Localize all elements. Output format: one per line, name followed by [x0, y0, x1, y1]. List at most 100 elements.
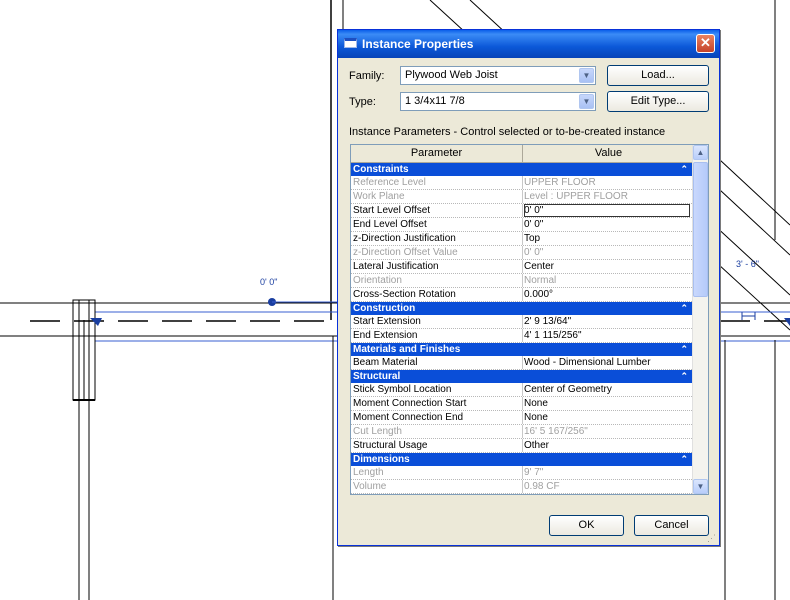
collapse-icon[interactable]: ⌃: [680, 163, 688, 176]
parameter-value[interactable]: 0' 0": [524, 204, 690, 217]
parameter-row: z-Direction Offset Value 0' 0": [351, 246, 694, 260]
parameter-value[interactable]: 0.000°: [524, 288, 690, 301]
parameter-row: Work Plane Level : UPPER FLOOR: [351, 190, 694, 204]
parameter-row[interactable]: Moment Connection End None: [351, 411, 694, 425]
parameter-value[interactable]: Center: [524, 260, 690, 273]
instance-properties-dialog: Instance Properties ✕ Family: Plywood We…: [337, 29, 720, 546]
category-header[interactable]: Structural ⌃: [351, 370, 694, 383]
parameter-value: 0.98 CF: [524, 481, 560, 492]
parameter-value[interactable]: 2' 9 13/64": [524, 315, 690, 328]
parameter-name: End Extension: [353, 330, 418, 341]
parameter-value: Normal: [524, 275, 557, 286]
cancel-button[interactable]: Cancel: [634, 515, 709, 536]
category-header[interactable]: Dimensions ⌃: [351, 453, 694, 466]
scroll-up-icon[interactable]: ▲: [693, 145, 708, 160]
parameter-name: Start Level Offset: [353, 205, 431, 216]
category-header[interactable]: Constraints ⌃: [351, 163, 694, 176]
category-header[interactable]: Construction ⌃: [351, 302, 694, 315]
parameter-row[interactable]: Stick Symbol Location Center of Geometry: [351, 383, 694, 397]
scroll-down-icon[interactable]: ▼: [693, 479, 708, 494]
type-label: Type:: [349, 96, 376, 108]
parameter-row[interactable]: End Extension 4' 1 115/256": [351, 329, 694, 343]
dialog-titlebar[interactable]: Instance Properties ✕: [338, 30, 719, 58]
window-icon: [344, 38, 357, 48]
parameter-name: Cut Length: [353, 426, 402, 437]
parameter-value: Level : UPPER FLOOR: [524, 191, 628, 202]
level-offset-label: 0' 0": [260, 277, 278, 287]
parameter-row[interactable]: End Level Offset 0' 0": [351, 218, 694, 232]
parameter-value[interactable]: 0' 0": [524, 218, 690, 231]
chevron-down-icon[interactable]: ▼: [579, 68, 594, 83]
parameter-name: z-Direction Justification: [353, 233, 456, 244]
parameter-name: End Level Offset: [353, 219, 427, 230]
category-header[interactable]: Materials and Finishes ⌃: [351, 343, 694, 356]
parameter-name: Length: [353, 467, 384, 478]
parameter-row[interactable]: Structural Usage Other: [351, 439, 694, 453]
parameter-name: Lateral Justification: [353, 261, 439, 272]
value-column-header[interactable]: Value: [523, 147, 694, 159]
parameter-name: Work Plane: [353, 191, 405, 202]
parameter-row[interactable]: Moment Connection Start None: [351, 397, 694, 411]
parameter-value[interactable]: Wood - Dimensional Lumber: [524, 356, 690, 369]
parameter-name: Reference Level: [353, 177, 426, 188]
parameter-value[interactable]: Other: [524, 439, 690, 452]
parameter-name: Structural Usage: [353, 440, 428, 451]
parameter-row[interactable]: Start Level Offset 0' 0": [351, 204, 694, 218]
parameter-value[interactable]: None: [524, 397, 690, 410]
parameter-row: Volume 0.98 CF: [351, 480, 694, 494]
parameter-name: Volume: [353, 481, 387, 492]
parameter-value[interactable]: Top: [524, 232, 690, 245]
parameter-name: Orientation: [353, 275, 402, 286]
parameter-row: Cut Length 16' 5 167/256": [351, 425, 694, 439]
type-value: 1 3/4x11 7/8: [405, 95, 465, 107]
parameter-value: 9' 7": [524, 467, 544, 478]
parameter-name: z-Direction Offset Value: [353, 247, 458, 258]
parameter-value[interactable]: 4' 1 115/256": [524, 329, 690, 342]
instance-parameters-caption: Instance Parameters - Control selected o…: [349, 126, 666, 138]
grid-header: Parameter Value: [351, 145, 694, 163]
parameter-value[interactable]: Center of Geometry: [524, 383, 690, 396]
parameter-name: Stick Symbol Location: [353, 384, 452, 395]
parameter-name: Start Extension: [353, 316, 421, 327]
parameter-row[interactable]: Start Extension 2' 9 13/64": [351, 315, 694, 329]
parameter-row: Length 9' 7": [351, 466, 694, 480]
category-title: Construction: [353, 303, 416, 314]
parameter-name: Moment Connection Start: [353, 398, 467, 409]
ok-button[interactable]: OK: [549, 515, 624, 536]
parameter-row: Reference Level UPPER FLOOR: [351, 176, 694, 190]
load-button[interactable]: Load...: [607, 65, 709, 86]
parameter-name: Moment Connection End: [353, 412, 464, 423]
parameter-row: Orientation Normal: [351, 274, 694, 288]
parameter-value: 0' 0": [524, 247, 544, 258]
collapse-icon[interactable]: ⌃: [680, 343, 688, 356]
parameter-name: Cross-Section Rotation: [353, 289, 456, 300]
family-value: Plywood Web Joist: [405, 69, 498, 81]
scroll-thumb[interactable]: [693, 162, 708, 297]
parameters-grid: Parameter Value Constraints ⌃ Reference Le…: [350, 144, 709, 495]
parameter-value[interactable]: None: [524, 411, 690, 424]
category-title: Materials and Finishes: [353, 344, 461, 355]
dimension-label: 3' - 6": [736, 259, 759, 269]
type-dropdown[interactable]: 1 3/4x11 7/8 ▼: [400, 92, 596, 111]
parameter-column-header[interactable]: Parameter: [351, 147, 522, 159]
resize-grip-icon[interactable]: ⋰: [707, 533, 717, 543]
dialog-title: Instance Properties: [362, 37, 474, 51]
parameter-value: UPPER FLOOR: [524, 177, 596, 188]
collapse-icon[interactable]: ⌃: [680, 370, 688, 383]
collapse-icon[interactable]: ⌃: [680, 453, 688, 466]
close-button[interactable]: ✕: [696, 34, 715, 53]
parameter-row[interactable]: Cross-Section Rotation 0.000°: [351, 288, 694, 302]
grid-scrollbar[interactable]: ▲ ▼: [692, 145, 708, 494]
chevron-down-icon[interactable]: ▼: [579, 94, 594, 109]
parameter-row[interactable]: Lateral Justification Center: [351, 260, 694, 274]
category-title: Structural: [353, 371, 401, 382]
parameter-value: 16' 5 167/256": [524, 426, 588, 437]
collapse-icon[interactable]: ⌃: [680, 302, 688, 315]
parameter-row[interactable]: z-Direction Justification Top: [351, 232, 694, 246]
category-title: Constraints: [353, 164, 409, 175]
parameter-row[interactable]: Beam Material Wood - Dimensional Lumber: [351, 356, 694, 370]
category-title: Dimensions: [353, 454, 410, 465]
edit-type-button[interactable]: Edit Type...: [607, 91, 709, 112]
parameter-name: Beam Material: [353, 357, 418, 368]
family-dropdown[interactable]: Plywood Web Joist ▼: [400, 66, 596, 85]
